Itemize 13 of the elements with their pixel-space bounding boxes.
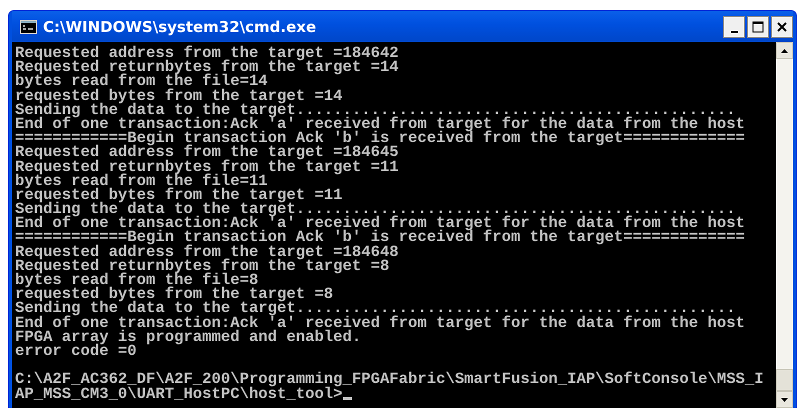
maximize-button[interactable] [747,16,769,38]
close-button[interactable] [771,16,793,38]
minimize-button[interactable] [723,16,745,38]
minimize-icon [730,30,738,32]
maximize-icon [752,20,764,32]
scroll-down-icon[interactable] [776,391,793,408]
console-line: FPGA array is programmed and enabled. [15,328,362,346]
console-icon [20,20,37,34]
window-title: C:\WINDOWS\system32\cmd.exe [43,18,318,36]
scrollbar[interactable] [776,42,793,408]
scroll-up-icon[interactable] [776,42,793,59]
scroll-thumb[interactable] [776,369,793,391]
close-icon [776,20,788,32]
